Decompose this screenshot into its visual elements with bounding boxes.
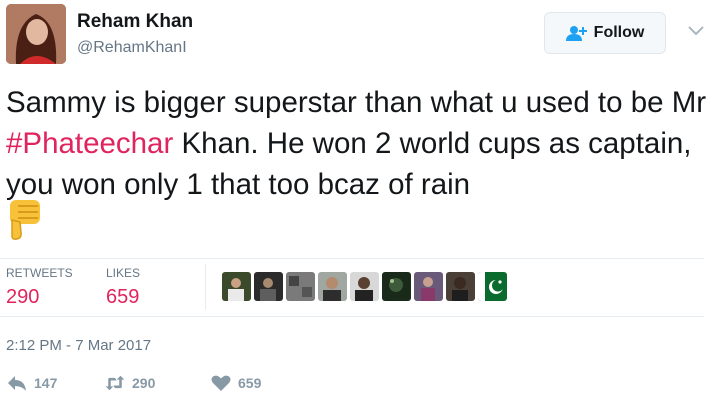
- liker-avatar[interactable]: [254, 272, 283, 301]
- retweets-label[interactable]: RETWEETS: [6, 266, 73, 280]
- tweet-text: Sammy is bigger superstar than what u us…: [6, 82, 714, 205]
- like-action[interactable]: 659: [210, 374, 261, 392]
- add-user-icon: [565, 26, 587, 41]
- thumbs-down-emoji-icon: [10, 200, 40, 240]
- follow-button[interactable]: Follow: [544, 12, 666, 54]
- tweet-timestamp[interactable]: 2:12 PM - 7 Mar 2017: [6, 337, 151, 354]
- liker-avatar[interactable]: [446, 272, 475, 301]
- liker-avatars: [222, 272, 507, 301]
- liker-avatar[interactable]: [222, 272, 251, 301]
- tweet-text-part1: Sammy is bigger superstar than what u us…: [6, 86, 707, 119]
- liker-avatar[interactable]: [382, 272, 411, 301]
- liker-avatar[interactable]: [286, 272, 315, 301]
- like-count: 659: [238, 375, 262, 391]
- avatar[interactable]: [6, 4, 66, 64]
- heart-icon: [211, 375, 231, 391]
- stats-separator: [205, 264, 206, 310]
- divider-top: [0, 258, 704, 259]
- user-handle[interactable]: @RehamKhanI: [77, 39, 187, 57]
- reply-icon: [8, 376, 26, 391]
- user-display-name[interactable]: Reham Khan: [77, 11, 193, 33]
- pakistan-flag-avatar[interactable]: [478, 272, 507, 301]
- chevron-down-icon[interactable]: [686, 24, 706, 38]
- reply-action[interactable]: 147: [6, 374, 57, 392]
- liker-avatar[interactable]: [414, 272, 443, 301]
- hashtag-link[interactable]: #Phateechar: [6, 127, 173, 160]
- liker-avatar[interactable]: [350, 272, 379, 301]
- follow-label: Follow: [593, 24, 645, 41]
- likes-count[interactable]: 659: [106, 286, 139, 309]
- retweet-action[interactable]: 290: [104, 374, 155, 392]
- liker-avatar[interactable]: [318, 272, 347, 301]
- retweets-count[interactable]: 290: [6, 286, 39, 309]
- retweet-icon: [105, 375, 125, 391]
- divider-middle: [0, 316, 704, 317]
- reply-count: 147: [34, 375, 58, 391]
- likes-label[interactable]: LIKES: [106, 266, 140, 280]
- retweet-count: 290: [132, 375, 156, 391]
